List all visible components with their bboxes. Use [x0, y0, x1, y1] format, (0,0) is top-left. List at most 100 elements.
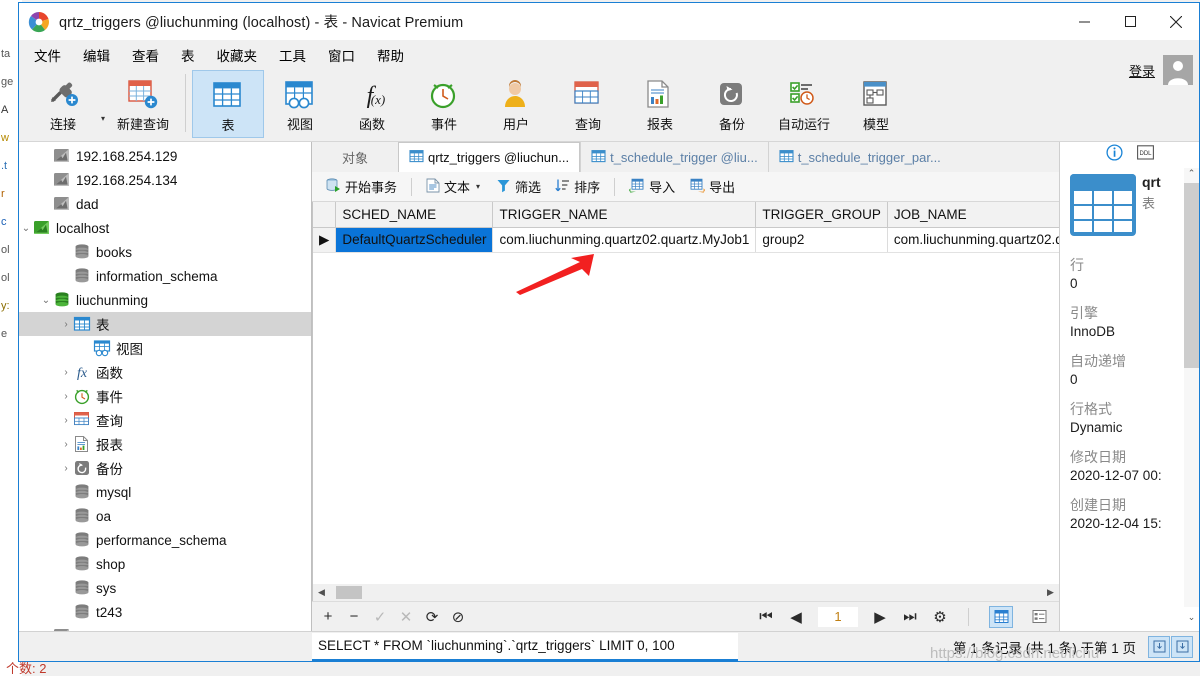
maximize-button[interactable] [1107, 3, 1153, 40]
tree-item-sys[interactable]: sys [19, 576, 311, 600]
ribbon-button-automation[interactable]: 自动运行 [768, 70, 840, 138]
data-grid[interactable]: SCHED_NAME TRIGGER_NAME TRIGGER_GROUP JOB_N… [312, 202, 1059, 584]
tree-chevron-icon[interactable]: › [59, 391, 73, 402]
tree-chevron-icon[interactable]: ⌄ [39, 295, 53, 306]
info-scroll-thumb[interactable] [1184, 183, 1199, 368]
ribbon-button-report[interactable]: 报表 [624, 70, 696, 138]
tree-chevron-icon[interactable]: ⌄ [19, 223, 33, 234]
scroll-left-arrow[interactable]: ◀ [313, 587, 330, 598]
scroll-track[interactable] [330, 584, 1042, 601]
tree-item-dad[interactable]: dad [19, 192, 311, 216]
ribbon-button-function[interactable]: f (x) 函数 [336, 70, 408, 138]
stop-button[interactable]: ⊘ [450, 608, 466, 626]
tab-t-schedule-trigger[interactable]: t_schedule_trigger @liu... [580, 142, 768, 172]
tree-item-备份[interactable]: › 备份 [19, 456, 311, 480]
tree-item-mysql[interactable]: mysql [19, 480, 311, 504]
page-number-input[interactable] [818, 606, 858, 627]
sql-statement[interactable]: SELECT * FROM `liuchunming`.`qrtz_trigge… [312, 632, 738, 661]
status-toggle-right[interactable] [1171, 635, 1193, 658]
last-page-button[interactable]: ⏭ [902, 608, 918, 625]
info-icon[interactable] [1105, 144, 1123, 166]
avatar[interactable] [1163, 55, 1193, 85]
filter-button[interactable]: 筛选 [490, 174, 547, 199]
form-view-toggle[interactable] [1027, 606, 1051, 628]
refresh-button[interactable]: ⟳ [424, 608, 440, 626]
close-button[interactable] [1153, 3, 1199, 40]
login-link[interactable]: 登录 [1129, 61, 1155, 80]
info-scroll-down[interactable]: ⌄ [1184, 612, 1199, 627]
column-header-JOB_NAME[interactable]: JOB_NAME [887, 202, 1059, 228]
column-header-TRIGGER_NAME[interactable]: TRIGGER_NAME [492, 202, 757, 228]
delete-record-button[interactable]: − [346, 608, 362, 625]
ddl-icon[interactable]: DDL [1136, 145, 1154, 165]
tree-item-books[interactable]: books [19, 240, 311, 264]
ribbon-button-model[interactable]: 模型 [840, 70, 912, 138]
tree-chevron-icon[interactable]: › [59, 439, 73, 450]
menu-favorites[interactable]: 收藏夹 [206, 41, 269, 69]
grid-view-toggle[interactable] [989, 605, 1013, 628]
menu-file[interactable]: 文件 [23, 41, 72, 69]
tab-qrtz-triggers[interactable]: qrtz_triggers @liuchun... [398, 142, 581, 172]
scroll-thumb[interactable] [336, 586, 362, 599]
tree-item-information_schema[interactable]: information_schema [19, 264, 311, 288]
ribbon-button-backup[interactable]: 备份 [696, 70, 768, 138]
sort-button[interactable]: 排序 [549, 174, 606, 199]
ribbon-button-user[interactable]: 用户 [480, 70, 552, 138]
tree-item-liuchunming[interactable]: ⌄ liuchunming [19, 288, 311, 312]
tree-item-t243[interactable]: t243 [19, 600, 311, 624]
tree-chevron-icon[interactable]: › [59, 367, 73, 378]
tree-item-函数[interactable]: › fx 函数 [19, 360, 311, 384]
table-cell[interactable]: DefaultQuartzScheduler [335, 227, 494, 253]
info-scroll-up[interactable]: ⌃ [1184, 168, 1199, 183]
tree-item-192.168.254.129[interactable]: 192.168.254.129 [19, 144, 311, 168]
first-page-button[interactable]: ⏮ [758, 608, 774, 625]
tree-item-performance_schema[interactable]: performance_schema [19, 528, 311, 552]
menu-window[interactable]: 窗口 [317, 41, 366, 69]
table-cell[interactable]: com.liuchunming.quartz02.quartz.MyJob1 [887, 227, 1059, 253]
text-button[interactable]: 文本 ▾ [420, 174, 488, 199]
tree-item-报表[interactable]: › 报表 [19, 432, 311, 456]
grid-horizontal-scrollbar[interactable]: ◀ ▶ [312, 584, 1059, 601]
column-header-TRIGGER_GROUP[interactable]: TRIGGER_GROUP [755, 202, 888, 228]
export-button[interactable]: 导出 [683, 174, 741, 199]
table-cell[interactable]: group2 [755, 227, 888, 253]
tree-item-192.168.254.134[interactable]: 192.168.254.134 [19, 168, 311, 192]
connection-dropdown-icon[interactable]: ▾ [101, 114, 105, 123]
tree-item-事件[interactable]: › 事件 [19, 384, 311, 408]
ribbon-button-event[interactable]: 事件 [408, 70, 480, 138]
scroll-right-arrow[interactable]: ▶ [1042, 587, 1059, 598]
ribbon-button-query[interactable]: 查询 [552, 70, 624, 138]
status-toggle-left[interactable] [1148, 635, 1170, 658]
apply-change-button[interactable]: ✓ [372, 608, 388, 626]
add-record-button[interactable]: + [320, 608, 336, 625]
prev-page-button[interactable]: ◀ [788, 608, 804, 626]
ribbon-button-table[interactable]: 表 [192, 70, 265, 138]
discard-change-button[interactable]: ✕ [398, 608, 414, 626]
tree-item-视图[interactable]: 视图 [19, 336, 311, 360]
next-page-button[interactable]: ▶ [872, 608, 888, 626]
tree-item-表[interactable]: › 表 [19, 312, 311, 336]
table-cell[interactable]: com.liuchunming.quartz02.quartz.MyJob1 [492, 227, 757, 253]
grid-settings-button[interactable]: ⚙ [932, 608, 948, 626]
menu-tools[interactable]: 工具 [268, 41, 317, 69]
begin-transaction-button[interactable]: 开始事务 [320, 174, 403, 199]
minimize-button[interactable] [1061, 3, 1107, 40]
column-header-SCHED_NAME[interactable]: SCHED_NAME [335, 202, 494, 228]
tree-item-查询[interactable]: › 查询 [19, 408, 311, 432]
menu-view[interactable]: 查看 [121, 41, 170, 69]
menu-table[interactable]: 表 [170, 41, 206, 69]
menu-edit[interactable]: 编辑 [72, 41, 121, 69]
tree-item-localhost[interactable]: ⌄ localhost [19, 216, 311, 240]
ribbon-button-new-query[interactable]: 新建查询 [107, 70, 179, 138]
ribbon-button-connection[interactable]: 连接 [27, 70, 99, 138]
tree-item-shop[interactable]: shop [19, 552, 311, 576]
info-panel-scrollbar[interactable]: ⌃ [1184, 168, 1199, 607]
tree-chevron-icon[interactable]: › [59, 319, 73, 330]
table-row[interactable]: ▶ DefaultQuartzScheduler com.liuchunming.q… [313, 227, 1059, 253]
connection-tree-sidebar[interactable]: 192.168.254.129 192.168.254.134 dad ⌄ localh… [19, 142, 312, 631]
tab-objects[interactable]: 对象 [312, 142, 398, 172]
tree-chevron-icon[interactable]: › [59, 415, 73, 426]
import-button[interactable]: 导入 [623, 174, 681, 199]
tree-item-oa[interactable]: oa [19, 504, 311, 528]
tree-chevron-icon[interactable]: › [59, 463, 73, 474]
